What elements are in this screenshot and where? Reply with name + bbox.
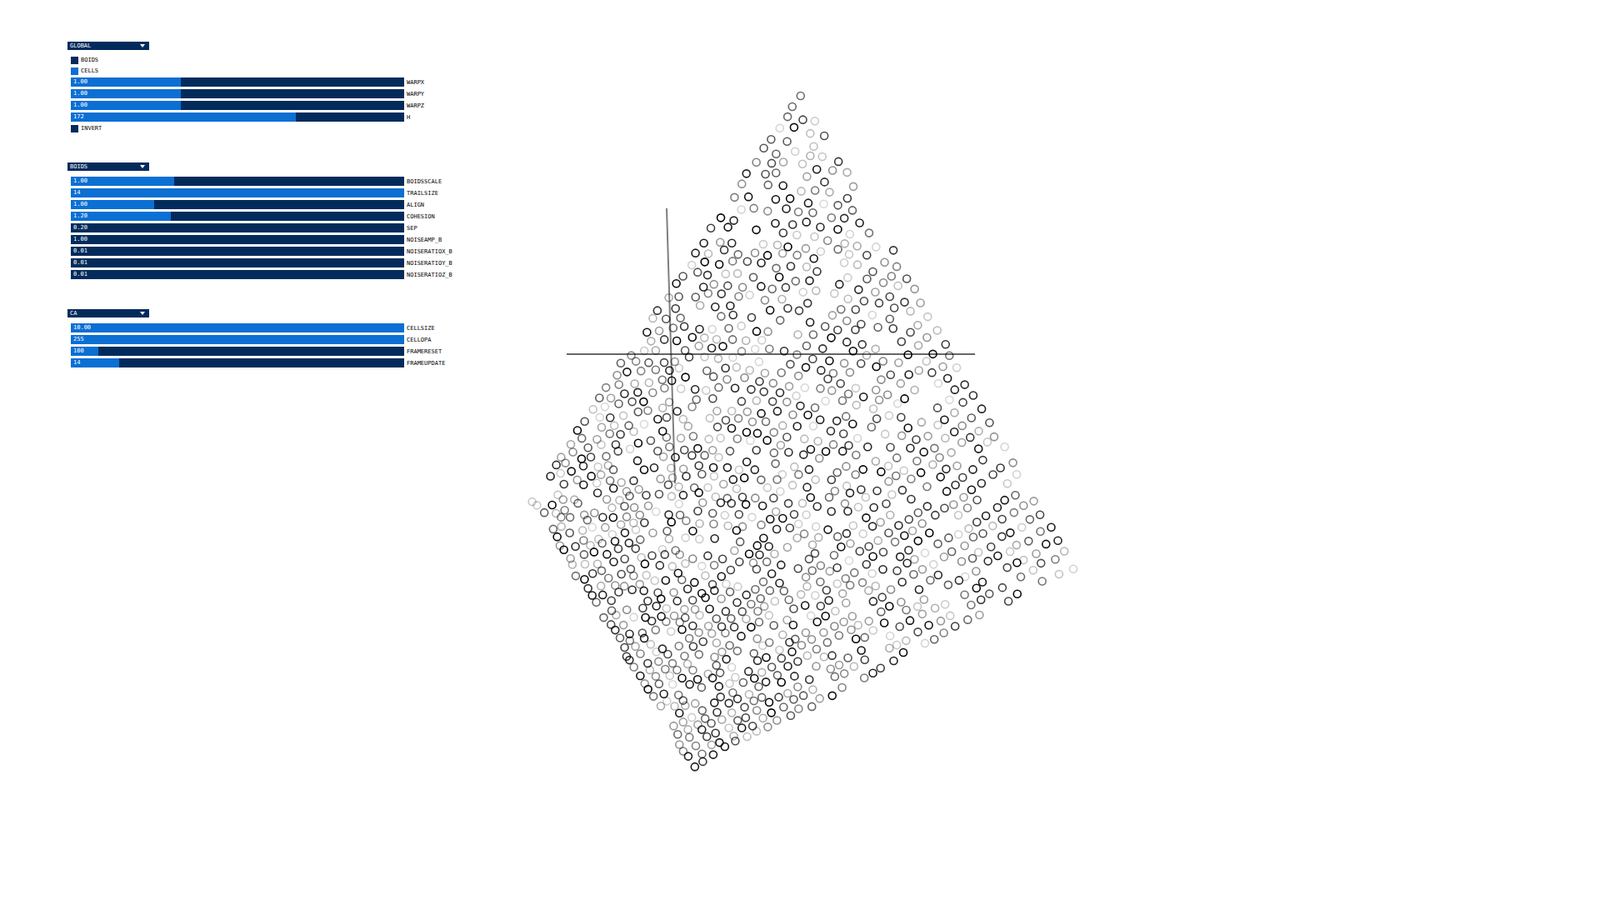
slider-track[interactable]: 1.00 <box>70 100 405 110</box>
slider-label: FRAMERESET <box>406 347 442 356</box>
slider-fill <box>70 335 405 345</box>
slider-fill <box>70 188 405 198</box>
slider-track[interactable]: 1.00 <box>70 77 405 87</box>
slider-track[interactable]: 1.00 <box>70 176 405 186</box>
toggle-label: CELLS <box>80 66 99 75</box>
slider-track[interactable]: 0.01 <box>70 246 405 256</box>
control-group: BOIDS1.00BOIDSSCALE14TRAILSIZE1.00ALIGN1… <box>67 162 500 280</box>
toggle-box[interactable] <box>70 56 79 65</box>
slider[interactable]: 0.01NOISERATIOX_B <box>70 246 500 256</box>
slider-track[interactable]: 14 <box>70 188 405 198</box>
toggle[interactable]: BOIDS <box>70 55 500 65</box>
slider[interactable]: 1.00WARPZ <box>70 100 500 110</box>
toggle-box[interactable] <box>70 67 79 75</box>
slider-label: COHESION <box>406 212 435 221</box>
group-header[interactable]: BOIDS <box>67 162 150 171</box>
slider[interactable]: 100FRAMERESET <box>70 346 500 356</box>
slider-track[interactable]: 0.01 <box>70 258 405 268</box>
slider-value: 0.01 <box>70 270 405 280</box>
slider-label: FRAMEUPDATE <box>406 359 445 368</box>
slider-fill <box>70 323 405 333</box>
slider-fill <box>70 112 296 122</box>
slider-label: WARPZ <box>406 101 425 110</box>
slider-label: WARPX <box>406 78 425 87</box>
slider-label: CELLOPA <box>406 335 432 345</box>
group-controls: BOIDSCELLS1.00WARPX1.00WARPY1.00WARPZ172… <box>67 55 500 133</box>
slider-track[interactable]: 255 <box>70 335 405 345</box>
slider[interactable]: 14FRAMEUPDATE <box>70 358 500 368</box>
slider-label: ALIGN <box>406 200 425 210</box>
slider-value: 1.00 <box>70 176 405 186</box>
dropdown-arrow-icon[interactable] <box>140 311 145 315</box>
slider-track[interactable]: 0.20 <box>70 223 405 233</box>
slider[interactable]: 14TRAILSIZE <box>70 188 500 198</box>
toggle[interactable]: CELLS <box>70 66 500 75</box>
slider-track[interactable]: 0.01 <box>70 270 405 280</box>
slider-value: 14 <box>70 358 405 368</box>
slider[interactable]: 172H <box>70 112 500 122</box>
slider-label: SEP <box>406 224 418 233</box>
slider[interactable]: 255CELLOPA <box>70 335 500 345</box>
group-controls: 1.00BOIDSSCALE14TRAILSIZE1.00ALIGN1.20CO… <box>67 176 500 280</box>
slider-value: 1.20 <box>70 211 405 221</box>
slider-value: 1.00 <box>70 235 405 245</box>
slider-track[interactable]: 1.00 <box>70 89 405 99</box>
toggle-box[interactable] <box>70 125 79 133</box>
slider-value: 172 <box>70 112 405 122</box>
dropdown-arrow-icon[interactable] <box>140 165 145 169</box>
control-group: CA10.00CELLSIZE255CELLOPA100FRAMERESET14… <box>67 309 500 368</box>
slider-label: H <box>406 113 410 122</box>
slider-label: CELLSIZE <box>406 324 435 333</box>
slider[interactable]: 1.00ALIGN <box>70 200 500 210</box>
control-group: GLOBALBOIDSCELLS1.00WARPX1.00WARPY1.00WA… <box>67 41 500 133</box>
slider-track[interactable]: 10.00 <box>70 323 405 333</box>
page: GLOBALBOIDSCELLS1.00WARPX1.00WARPY1.00WA… <box>0 0 1600 900</box>
slider-track[interactable]: 14 <box>70 358 405 368</box>
slider-track[interactable]: 172 <box>70 112 405 122</box>
boids-canvas <box>500 0 1600 900</box>
slider-value: 10.00 <box>70 323 405 333</box>
slider[interactable]: 0.01NOISERATIOZ_B <box>70 270 500 280</box>
slider-track[interactable]: 1.00 <box>70 200 405 210</box>
slider[interactable]: 1.20COHESION <box>70 211 500 221</box>
slider-label: BOIDSSCALE <box>406 177 442 186</box>
slider-value: 1.00 <box>70 200 405 210</box>
slider-value: 1.00 <box>70 89 405 99</box>
slider[interactable]: 1.00NOISEAMP_B <box>70 235 500 245</box>
slider-value: 100 <box>70 346 405 356</box>
group-controls: 10.00CELLSIZE255CELLOPA100FRAMERESET14FR… <box>67 323 500 368</box>
cell-drawing <box>528 91 1077 770</box>
slider-label: NOISERATIOY_B <box>406 259 453 268</box>
toggle-label: INVERT <box>80 124 102 133</box>
slider-value: 255 <box>70 335 405 345</box>
group-header[interactable]: CA <box>67 309 150 318</box>
slider-label: WARPY <box>406 90 425 99</box>
slider[interactable]: 1.00BOIDSSCALE <box>70 176 500 186</box>
slider-track[interactable]: 100 <box>70 346 405 356</box>
slider-value: 0.01 <box>70 246 405 256</box>
slider[interactable]: 1.00WARPY <box>70 89 500 99</box>
slider-value: 1.00 <box>70 77 405 87</box>
slider[interactable]: 1.00WARPX <box>70 77 500 87</box>
control-panel: GLOBALBOIDSCELLS1.00WARPX1.00WARPY1.00WA… <box>0 0 500 900</box>
slider-value: 14 <box>70 188 405 198</box>
dropdown-arrow-icon[interactable] <box>140 44 145 48</box>
slider-label: TRAILSIZE <box>406 189 439 198</box>
slider[interactable]: 0.01NOISERATIOY_B <box>70 258 500 268</box>
toggle-label: BOIDS <box>80 55 99 65</box>
slider-track[interactable]: 1.20 <box>70 211 405 221</box>
toggle[interactable]: INVERT <box>70 124 500 133</box>
slider-track[interactable]: 1.00 <box>70 235 405 245</box>
slider-value: 0.01 <box>70 258 405 268</box>
group-header[interactable]: GLOBAL <box>67 41 150 50</box>
slider-label: NOISERATIOX_B <box>406 247 453 256</box>
slider-value: 1.00 <box>70 100 405 110</box>
slider-value: 0.20 <box>70 223 405 233</box>
slider-label: NOISERATIOZ_B <box>406 270 453 280</box>
slider[interactable]: 10.00CELLSIZE <box>70 323 500 333</box>
slider[interactable]: 0.20SEP <box>70 223 500 233</box>
slider-label: NOISEAMP_B <box>406 235 442 245</box>
